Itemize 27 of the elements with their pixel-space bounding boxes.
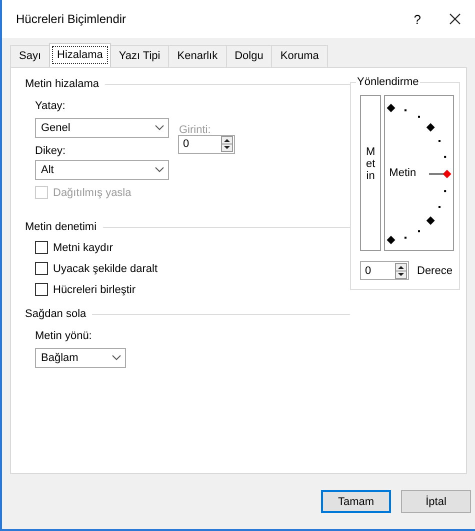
field-label: Dikey: [35,145,66,157]
tab[interactable]: Sayı [10,45,50,67]
vertical-text-button[interactable]: Metin [360,95,382,251]
dial-label: Metin [389,167,416,179]
field-label: Yatay: [35,100,66,112]
tab[interactable]: Hizalama [49,43,111,67]
group-heading: Metin hizalama [25,78,99,90]
checkbox-label: Uyacak şekilde daralt [53,262,158,274]
dialog-button[interactable]: Tamam [321,490,391,513]
field-label: Girinti: [179,124,211,136]
dropdown[interactable]: Genel [35,118,169,138]
checkbox-label: Dağıtılmış yasla [53,186,132,198]
group-heading: Sağdan sola [25,308,86,320]
help-button[interactable]: ? [414,12,421,26]
checkbox-label: Hücreleri birleştir [53,284,136,296]
window-title: Hücreleri Biçimlendir [16,12,128,26]
field-label: Derece [417,264,452,276]
orientation-dial[interactable]: Metin [384,95,454,251]
group-heading: Metin denetimi [25,221,97,233]
field-label: Metin yönü: [35,330,93,342]
dropdown[interactable]: Alt [35,160,169,180]
checkbox-label: Metni kaydır [53,242,113,254]
dialog-button[interactable]: İptal [401,490,471,513]
dropdown[interactable]: Bağlam [35,348,126,368]
tab[interactable]: Koruma [271,45,328,67]
spin-field[interactable]: 0 [360,261,409,280]
group-heading: Yönlendirme [356,76,420,88]
